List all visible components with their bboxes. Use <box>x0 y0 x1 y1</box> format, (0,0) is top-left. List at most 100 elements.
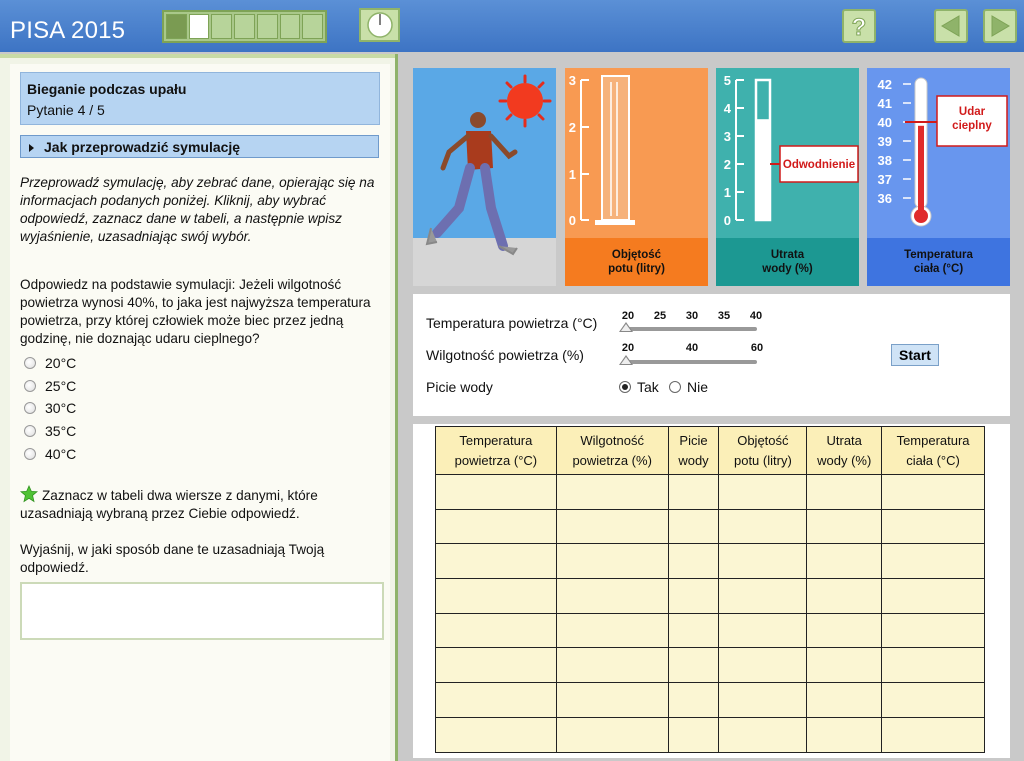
air-temperature-slider[interactable] <box>619 322 757 332</box>
table-cell[interactable] <box>667 508 720 545</box>
table-cell[interactable] <box>555 508 669 545</box>
question-icon: ? <box>851 14 867 40</box>
table-cell[interactable] <box>881 508 985 545</box>
table-cell[interactable] <box>806 474 883 510</box>
table-cell[interactable] <box>667 682 720 718</box>
header-line: ciała (°C) <box>906 452 960 468</box>
gauge-unit: ciała (°C) <box>913 263 964 275</box>
star-icon <box>20 485 38 503</box>
option-40[interactable]: 40°C <box>24 442 76 465</box>
help-button[interactable]: ? <box>842 9 876 43</box>
radio-button[interactable] <box>24 379 36 392</box>
table-cell[interactable] <box>435 578 557 614</box>
slider-thumb[interactable] <box>619 322 633 332</box>
table-cell[interactable] <box>718 543 808 580</box>
table-cell[interactable] <box>881 474 985 510</box>
table-cell[interactable] <box>435 682 557 718</box>
humidity-slider[interactable] <box>619 355 757 365</box>
radio-button[interactable] <box>669 381 681 393</box>
table-cell[interactable] <box>806 543 883 580</box>
table-row[interactable] <box>435 578 985 614</box>
table-cell[interactable] <box>555 647 669 684</box>
explanation-input[interactable] <box>20 582 384 640</box>
start-button[interactable]: Start <box>891 344 939 366</box>
tick-label: 2 <box>724 157 731 172</box>
table-cell[interactable] <box>435 716 557 753</box>
question-counter: Pytanie 4 / 5 <box>27 102 105 118</box>
drink-no-option[interactable]: Nie <box>669 379 708 395</box>
table-cell[interactable] <box>667 474 720 510</box>
table-cell[interactable] <box>555 543 669 580</box>
table-cell[interactable] <box>718 647 808 684</box>
drink-no-label: Nie <box>687 379 709 395</box>
table-cell[interactable] <box>555 578 669 614</box>
option-35[interactable]: 35°C <box>24 420 76 443</box>
howto-toggle[interactable]: Jak przeprowadzić symulację <box>20 135 379 158</box>
table-cell[interactable] <box>881 578 985 614</box>
radio-button[interactable] <box>24 402 36 415</box>
table-row[interactable] <box>435 543 985 580</box>
slider-thumb[interactable] <box>619 355 633 365</box>
table-row[interactable] <box>435 508 985 545</box>
table-cell[interactable] <box>881 682 985 718</box>
thermometer-gauge: 42 41 40 39 38 37 36 Udar cieplny <box>878 77 1008 227</box>
table-cell[interactable] <box>806 647 883 684</box>
table-row[interactable] <box>435 612 985 649</box>
header-line: Utrata <box>826 432 862 448</box>
table-row[interactable] <box>435 474 985 510</box>
table-cell[interactable] <box>435 612 557 649</box>
table-cell[interactable] <box>667 543 720 580</box>
option-20[interactable]: 20°C <box>24 352 76 375</box>
timer-button[interactable] <box>359 8 400 42</box>
table-cell[interactable] <box>718 612 808 649</box>
table-cell[interactable] <box>555 612 669 649</box>
thermometer-fill <box>918 125 924 213</box>
table-row[interactable] <box>435 716 985 753</box>
table-cell[interactable] <box>718 508 808 545</box>
table-cell[interactable] <box>806 508 883 545</box>
option-25[interactable]: 25°C <box>24 375 76 398</box>
table-cell[interactable] <box>718 474 808 510</box>
table-cell[interactable] <box>806 682 883 718</box>
table-cell[interactable] <box>435 647 557 684</box>
table-cell[interactable] <box>667 578 720 614</box>
radio-button[interactable] <box>24 425 36 438</box>
next-button[interactable] <box>983 9 1017 43</box>
progress-segment <box>302 14 324 39</box>
radio-button[interactable] <box>24 447 36 460</box>
column-header: Objętość potu (litry) <box>718 426 808 475</box>
table-cell[interactable] <box>667 716 720 753</box>
table-row[interactable] <box>435 682 985 718</box>
tick-label: 4 <box>724 101 732 116</box>
table-cell[interactable] <box>881 647 985 684</box>
table-cell[interactable] <box>435 543 557 580</box>
radio-button-selected[interactable] <box>619 381 631 393</box>
table-cell[interactable] <box>806 612 883 649</box>
table-cell[interactable] <box>435 508 557 545</box>
table-cell[interactable] <box>555 474 669 510</box>
previous-button[interactable] <box>934 9 968 43</box>
option-label: 30°C <box>45 400 77 417</box>
table-cell[interactable] <box>881 716 985 753</box>
howto-label: Jak przeprowadzić symulację <box>44 139 241 155</box>
drink-yes-option[interactable]: Tak <box>619 379 659 395</box>
table-cell[interactable] <box>667 612 720 649</box>
table-cell[interactable] <box>718 578 808 614</box>
table-cell[interactable] <box>718 716 808 753</box>
radio-button[interactable] <box>24 357 36 370</box>
table-cell[interactable] <box>881 543 985 580</box>
table-row[interactable] <box>435 647 985 684</box>
table-cell[interactable] <box>555 682 669 718</box>
table-cell[interactable] <box>667 647 720 684</box>
table-cell[interactable] <box>435 474 557 510</box>
slider-tick: 35 <box>717 310 731 322</box>
table-cell[interactable] <box>881 612 985 649</box>
tick-label: 2 <box>569 120 576 135</box>
option-30[interactable]: 30°C <box>24 397 76 420</box>
table-cell[interactable] <box>806 578 883 614</box>
table-cell[interactable] <box>555 716 669 753</box>
water-loss-gauge: 5 4 3 2 1 0 Odwodnienie <box>724 73 859 228</box>
sweat-volume-panel: 3 2 1 0 Objętość potu (litry) <box>565 68 708 286</box>
table-cell[interactable] <box>806 716 883 753</box>
table-cell[interactable] <box>718 682 808 718</box>
